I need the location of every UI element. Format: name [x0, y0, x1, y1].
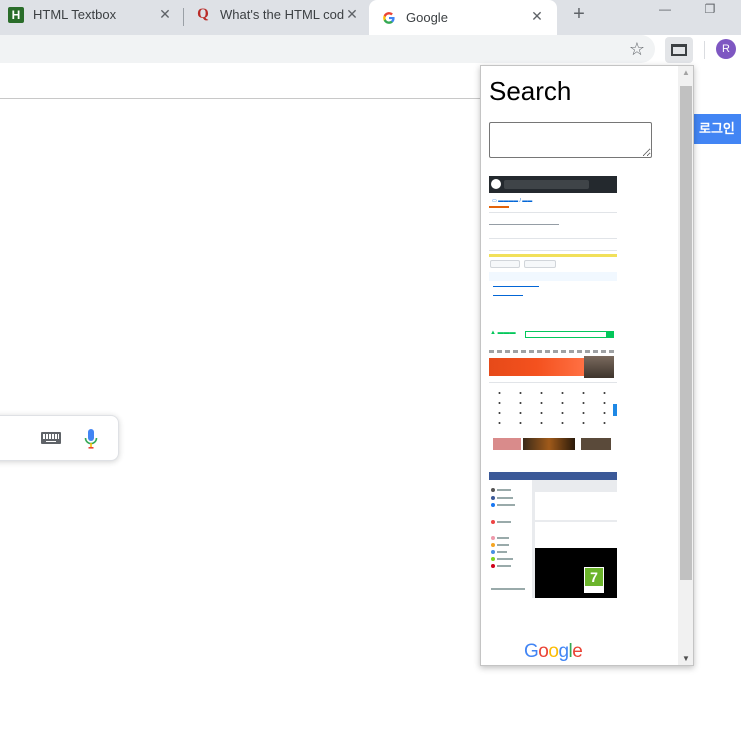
- quora-favicon-icon: Q: [197, 6, 209, 22]
- tab-strip: H HTML Textbox ✕ Q What's the HTML code …: [0, 0, 741, 35]
- header-divider: [0, 98, 490, 99]
- naver-thumbnail-image: [523, 438, 575, 450]
- description-line: [489, 224, 559, 225]
- tab-google[interactable]: Google ✕: [369, 0, 557, 35]
- google-logo-letter: e: [572, 641, 583, 662]
- github-logo-icon: [491, 179, 501, 189]
- minimize-icon[interactable]: —: [655, 2, 675, 22]
- google-logo: Google: [524, 641, 583, 663]
- scroll-up-arrow-icon[interactable]: ▲: [678, 68, 693, 78]
- language-bar: [489, 254, 617, 257]
- nav-icon: [491, 520, 495, 524]
- nav-text: [497, 544, 509, 546]
- naver-logo-icon: ▲ ▬▬▬: [490, 330, 516, 336]
- naver-divider: [489, 382, 617, 383]
- commit-row: [489, 272, 617, 281]
- naver-thumbnail-image: [581, 438, 611, 450]
- facebook-left-nav: [489, 484, 531, 598]
- naver-service-grid: [489, 388, 617, 424]
- thumbnail-facebook[interactable]: 7: [489, 472, 617, 598]
- window-extension-icon: [671, 44, 687, 56]
- nav-icon: [491, 503, 495, 507]
- nav-icon: [491, 496, 495, 500]
- close-icon[interactable]: ✕: [529, 8, 545, 24]
- browser-window: H HTML Textbox ✕ Q What's the HTML code …: [0, 0, 741, 741]
- scroll-thumb[interactable]: [680, 86, 692, 580]
- restore-icon[interactable]: ❐: [700, 2, 720, 22]
- nav-footer-text: [491, 588, 525, 590]
- tab-html-textbox[interactable]: H HTML Textbox ✕: [0, 0, 183, 29]
- toolbar-separator: [704, 41, 705, 59]
- file-row: [493, 286, 539, 287]
- facebook-header: [489, 472, 617, 480]
- repo-name-placeholder: ▭ ▬▬▬▬ / ▬▬: [492, 198, 533, 204]
- nav-icon: [491, 550, 495, 554]
- google-logo-letter: o: [548, 641, 559, 662]
- nav-icon: [491, 536, 495, 540]
- nav-text: [497, 489, 511, 491]
- naver-banner: [489, 358, 584, 376]
- nav-icon: [491, 564, 495, 568]
- extension-popup: Search ▭ ▬▬▬▬ / ▬▬ ▲ ▬▬▬ 7 Google ▲ ▼: [480, 65, 694, 666]
- star-bookmark-icon[interactable]: ☆: [627, 39, 647, 59]
- active-tab-underline: [489, 206, 509, 208]
- tab-separator: [183, 8, 184, 26]
- search-textarea[interactable]: [489, 122, 652, 158]
- tab-quora[interactable]: Q What's the HTML code ✕: [185, 0, 368, 29]
- nav-text: [497, 521, 511, 523]
- new-tab-plus-icon[interactable]: +: [569, 4, 589, 25]
- nav-text: [497, 537, 509, 539]
- toolbar: ☆ R: [0, 35, 741, 65]
- naver-banner-photo: [584, 356, 614, 378]
- nav-text: [497, 497, 513, 499]
- html-favicon-icon: H: [8, 6, 24, 23]
- nav-text: [497, 551, 507, 553]
- thumbnail-naver[interactable]: ▲ ▬▬▬: [489, 328, 617, 455]
- pegi-7-badge: 7: [584, 567, 604, 593]
- naver-search: [525, 331, 607, 338]
- google-search-box[interactable]: [0, 415, 119, 461]
- popup-scrollbar[interactable]: ▲ ▼: [678, 66, 693, 665]
- github-search: [504, 180, 589, 189]
- naver-search-button: [607, 331, 614, 338]
- nav-text: [497, 558, 513, 560]
- nav-avatar: [491, 488, 495, 492]
- google-logo-letter: o: [538, 641, 549, 662]
- stats-divider: [489, 250, 617, 251]
- thumbnail-github[interactable]: ▭ ▬▬▬▬ / ▬▬: [489, 176, 617, 304]
- microphone-icon[interactable]: [84, 428, 98, 450]
- nav-text: [497, 565, 511, 567]
- tab-title: What's the HTML code: [220, 7, 344, 22]
- github-header: [489, 176, 617, 193]
- tab-divider: [489, 212, 617, 213]
- nav-text: [497, 504, 515, 506]
- extension-button[interactable]: [665, 37, 693, 63]
- nav-icon: [491, 543, 495, 547]
- profile-avatar[interactable]: R: [716, 39, 736, 59]
- pull-request-button: [524, 260, 556, 268]
- close-icon[interactable]: ✕: [157, 6, 173, 22]
- tab-title: Google: [406, 10, 448, 25]
- naver-side-ad: [613, 404, 617, 416]
- tab-title: HTML Textbox: [33, 7, 117, 22]
- address-bar[interactable]: [0, 35, 655, 63]
- branch-button: [490, 260, 520, 268]
- nav-icon: [491, 557, 495, 561]
- file-row: [493, 295, 523, 296]
- naver-menu: [489, 350, 617, 353]
- stats-divider: [489, 238, 617, 239]
- google-favicon-icon: [381, 10, 397, 26]
- google-logo-letter: g: [558, 641, 569, 662]
- facebook-composer: [535, 492, 617, 520]
- login-button[interactable]: 로그인: [694, 114, 741, 144]
- naver-thumbnail-image: [493, 438, 521, 450]
- popup-title: Search: [489, 76, 572, 106]
- google-logo-letter: G: [524, 641, 539, 662]
- close-icon[interactable]: ✕: [344, 6, 360, 22]
- facebook-post-header: [535, 522, 617, 548]
- scroll-down-arrow-icon[interactable]: ▼: [678, 654, 693, 664]
- facebook-video: [535, 548, 617, 598]
- keyboard-icon[interactable]: [41, 432, 61, 444]
